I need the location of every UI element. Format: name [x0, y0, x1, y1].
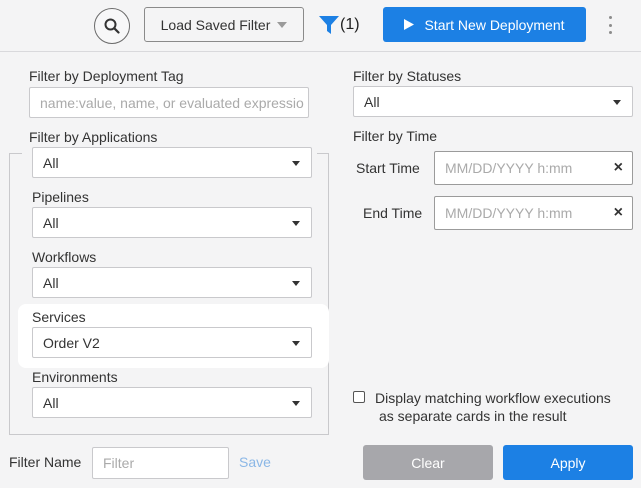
search-button[interactable]: [94, 8, 130, 44]
time-filter-label: Filter by Time: [353, 128, 438, 144]
separate-cards-label-line2: as separate cards in the result: [379, 408, 567, 424]
filter-name-input[interactable]: Filter: [92, 447, 229, 479]
services-label: Services: [32, 309, 86, 325]
apply-button[interactable]: Apply: [503, 445, 633, 480]
services-select[interactable]: Order V2: [32, 327, 312, 358]
applications-label: Filter by Applications: [29, 129, 158, 145]
end-time-label: End Time: [363, 205, 423, 221]
filter-name-label: Filter Name: [9, 454, 82, 470]
chevron-down-icon: [292, 161, 300, 166]
more-options-icon[interactable]: [603, 13, 617, 37]
close-icon[interactable]: ×: [614, 160, 623, 176]
applications-select[interactable]: All: [32, 147, 312, 178]
start-time-placeholder: MM/DD/YYYY h:mm: [445, 160, 573, 176]
applications-value: All: [43, 154, 59, 171]
start-time-label: Start Time: [356, 160, 420, 176]
deployment-tag-input[interactable]: name:value, name, or evaluated expressio: [29, 87, 309, 118]
clear-button[interactable]: Clear: [363, 445, 493, 480]
search-icon: [104, 18, 120, 34]
end-time-input[interactable]: MM/DD/YYYY h:mm ×: [434, 196, 633, 230]
deployment-tag-label: Filter by Deployment Tag: [29, 68, 184, 84]
workflows-select[interactable]: All: [32, 267, 312, 298]
environments-label: Environments: [32, 369, 118, 385]
statuses-value: All: [364, 93, 380, 110]
load-saved-filter-dropdown[interactable]: Load Saved Filter: [144, 7, 304, 42]
pipelines-label: Pipelines: [32, 189, 89, 205]
close-icon[interactable]: ×: [614, 205, 623, 221]
statuses-label: Filter by Statuses: [353, 68, 462, 84]
funnel-icon: [319, 16, 339, 34]
end-time-placeholder: MM/DD/YYYY h:mm: [445, 205, 573, 221]
play-icon: [404, 19, 415, 30]
chevron-down-icon: [292, 281, 300, 286]
toolbar: Load Saved Filter (1) Start New Deployme…: [0, 0, 641, 52]
filter-count: (1): [340, 16, 360, 33]
workflows-value: All: [43, 274, 59, 291]
chevron-down-icon: [292, 341, 300, 346]
services-value: Order V2: [43, 334, 100, 351]
chevron-down-icon: [292, 401, 300, 406]
environments-value: All: [43, 394, 59, 411]
load-saved-filter-label: Load Saved Filter: [160, 16, 271, 33]
workflows-label: Workflows: [32, 249, 97, 265]
pipelines-value: All: [43, 214, 59, 231]
start-time-input[interactable]: MM/DD/YYYY h:mm ×: [434, 151, 633, 185]
separate-cards-label-line1: Display matching workflow executions: [375, 390, 611, 406]
chevron-down-icon: [277, 21, 288, 28]
start-new-deployment-button[interactable]: Start New Deployment: [383, 7, 586, 42]
pipelines-select[interactable]: All: [32, 207, 312, 238]
chevron-down-icon: [613, 100, 621, 105]
start-deployment-label: Start New Deployment: [424, 16, 565, 33]
environments-select[interactable]: All: [32, 387, 312, 418]
save-filter-link[interactable]: Save: [239, 454, 271, 470]
chevron-down-icon: [292, 221, 300, 226]
statuses-select[interactable]: All: [353, 86, 633, 117]
separate-cards-checkbox[interactable]: [353, 391, 365, 403]
active-filter-indicator[interactable]: (1): [318, 13, 360, 37]
separate-cards-label: Display matching workflow executions as …: [375, 389, 635, 425]
